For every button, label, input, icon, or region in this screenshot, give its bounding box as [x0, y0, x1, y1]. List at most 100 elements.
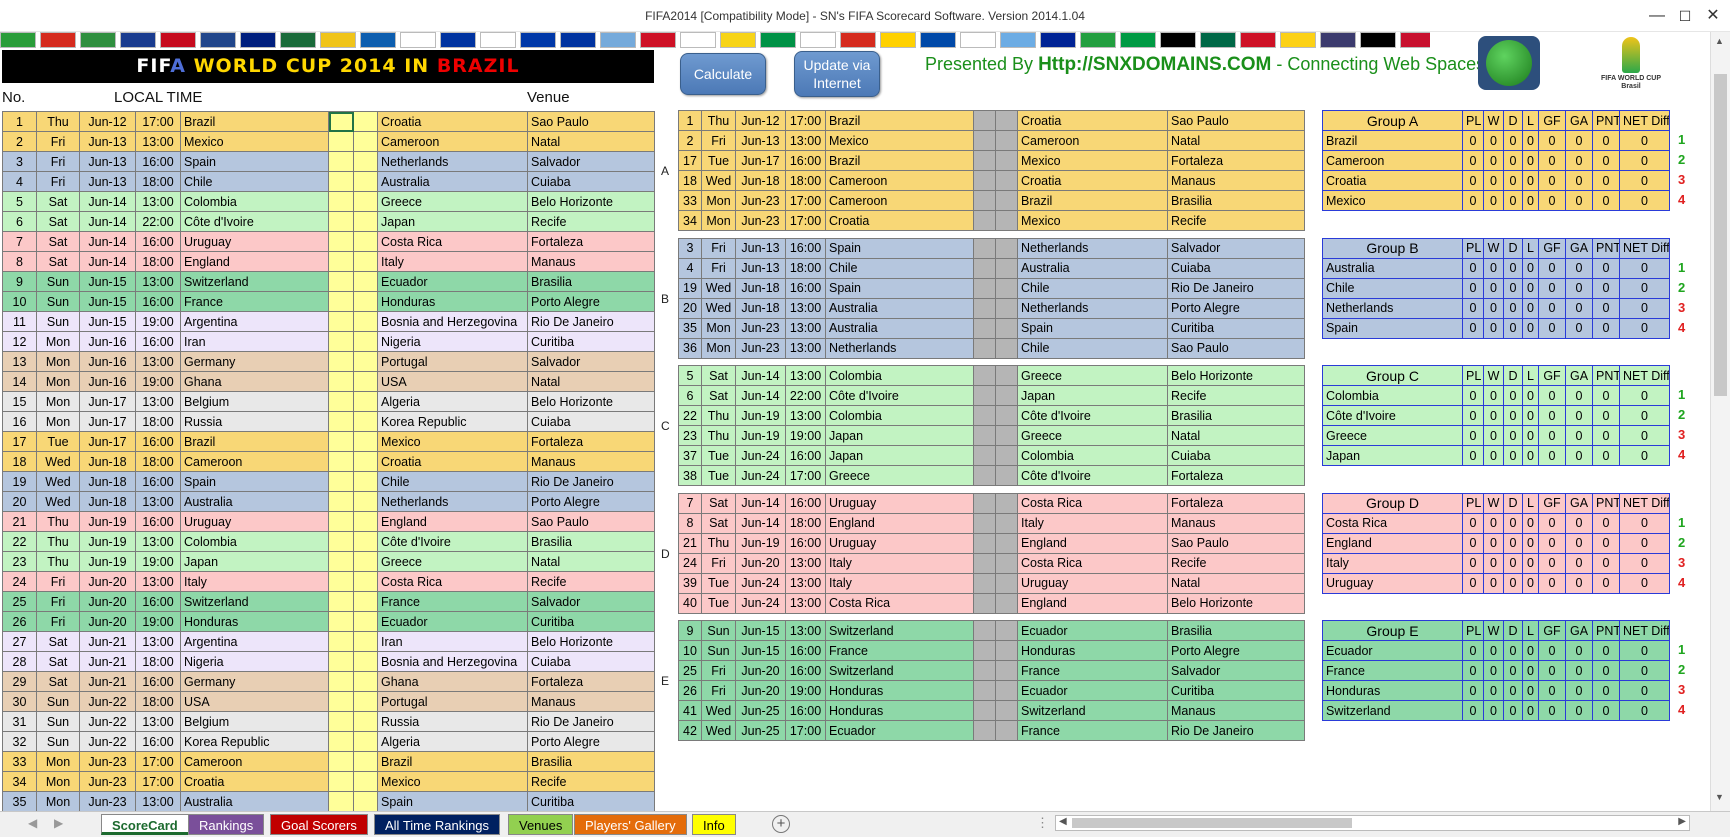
vertical-scrollbar[interactable]: ▲ ▼ — [1710, 32, 1730, 811]
sheet-tab-all-time-rankings[interactable]: All Time Rankings — [374, 814, 501, 835]
home-score-input[interactable] — [328, 791, 354, 812]
away-score-box[interactable] — [995, 337, 1018, 359]
away-score-box[interactable] — [995, 150, 1018, 171]
away-score-box[interactable] — [995, 405, 1018, 426]
away-score-box[interactable] — [995, 512, 1018, 534]
home-score-input[interactable] — [328, 391, 354, 412]
sheet-tab-players-gallery[interactable]: Players' Gallery — [574, 814, 687, 835]
away-score-input[interactable] — [353, 411, 378, 432]
home-score-input[interactable] — [328, 331, 354, 352]
home-score-input[interactable] — [328, 471, 354, 492]
away-score-box[interactable] — [995, 532, 1018, 554]
next-sheet-icon[interactable]: ▶ — [54, 816, 63, 830]
home-score-input[interactable] — [328, 271, 354, 292]
away-score-input[interactable] — [353, 491, 378, 512]
away-score-input[interactable] — [353, 131, 378, 152]
update-button[interactable]: Update via Internet — [794, 51, 880, 97]
away-score-input[interactable] — [353, 151, 378, 172]
away-score-input[interactable] — [353, 111, 378, 132]
vertical-scroll-thumb[interactable] — [1714, 74, 1727, 396]
away-score-box[interactable] — [995, 365, 1018, 386]
home-score-box[interactable] — [973, 572, 996, 594]
away-score-box[interactable] — [995, 257, 1018, 279]
home-score-box[interactable] — [973, 720, 996, 741]
home-score-box[interactable] — [973, 150, 996, 171]
away-score-input[interactable] — [353, 671, 378, 692]
away-score-box[interactable] — [995, 680, 1018, 701]
away-score-input[interactable] — [353, 291, 378, 312]
away-score-box[interactable] — [995, 170, 1018, 191]
home-score-input[interactable] — [328, 211, 354, 232]
away-score-box[interactable] — [995, 552, 1018, 574]
home-score-box[interactable] — [973, 552, 996, 574]
home-score-box[interactable] — [973, 620, 996, 641]
home-score-input[interactable] — [328, 571, 354, 592]
away-score-box[interactable] — [995, 640, 1018, 661]
home-score-box[interactable] — [973, 237, 996, 259]
home-score-box[interactable] — [973, 297, 996, 319]
away-score-input[interactable] — [353, 191, 378, 212]
away-score-input[interactable] — [353, 231, 378, 252]
away-score-input[interactable] — [353, 651, 378, 672]
away-score-input[interactable] — [353, 611, 378, 632]
home-score-input[interactable] — [328, 411, 354, 432]
away-score-input[interactable] — [353, 431, 378, 452]
scroll-left-icon[interactable]: ◀ — [1059, 816, 1067, 827]
away-score-box[interactable] — [995, 277, 1018, 299]
home-score-input[interactable] — [328, 131, 354, 152]
sheet-tab-goal-scorers[interactable]: Goal Scorers — [270, 814, 368, 835]
away-score-input[interactable] — [353, 511, 378, 532]
home-score-box[interactable] — [973, 257, 996, 279]
close-icon[interactable]: ✕ — [1696, 4, 1730, 28]
home-score-box[interactable] — [973, 317, 996, 339]
home-score-input[interactable] — [328, 291, 354, 312]
home-score-box[interactable] — [973, 425, 996, 446]
home-score-box[interactable] — [973, 365, 996, 386]
home-score-box[interactable] — [973, 337, 996, 359]
home-score-input[interactable] — [328, 691, 354, 712]
away-score-input[interactable] — [353, 751, 378, 772]
home-score-input[interactable] — [328, 531, 354, 552]
home-score-box[interactable] — [973, 110, 996, 131]
away-score-input[interactable] — [353, 791, 378, 812]
away-score-input[interactable] — [353, 271, 378, 292]
home-score-input[interactable] — [328, 711, 354, 732]
away-score-input[interactable] — [353, 771, 378, 792]
home-score-input[interactable] — [328, 751, 354, 772]
sheet-tab-rankings[interactable]: Rankings — [188, 814, 265, 835]
home-score-box[interactable] — [973, 210, 996, 231]
prev-sheet-icon[interactable]: ◀ — [28, 816, 37, 830]
away-score-input[interactable] — [353, 571, 378, 592]
home-score-input[interactable] — [328, 731, 354, 752]
away-score-box[interactable] — [995, 237, 1018, 259]
home-score-input[interactable] — [328, 191, 354, 212]
away-score-box[interactable] — [995, 210, 1018, 231]
home-score-input[interactable] — [328, 671, 354, 692]
sheet-tab-info[interactable]: Info — [692, 814, 736, 835]
away-score-input[interactable] — [353, 251, 378, 272]
away-score-input[interactable] — [353, 451, 378, 472]
away-score-input[interactable] — [353, 711, 378, 732]
splitter-dots-icon[interactable]: ⋮ — [1036, 815, 1049, 831]
away-score-input[interactable] — [353, 531, 378, 552]
calculate-button[interactable]: Calculate — [680, 53, 766, 95]
away-score-box[interactable] — [995, 660, 1018, 681]
away-score-box[interactable] — [995, 425, 1018, 446]
home-score-box[interactable] — [973, 512, 996, 534]
home-score-box[interactable] — [973, 130, 996, 151]
away-score-box[interactable] — [995, 110, 1018, 131]
home-score-input[interactable] — [328, 451, 354, 472]
home-score-box[interactable] — [973, 660, 996, 681]
away-score-box[interactable] — [995, 572, 1018, 594]
home-score-input[interactable] — [328, 351, 354, 372]
away-score-input[interactable] — [353, 631, 378, 652]
home-score-box[interactable] — [973, 492, 996, 514]
away-score-input[interactable] — [353, 211, 378, 232]
home-score-input[interactable] — [328, 371, 354, 392]
away-score-input[interactable] — [353, 311, 378, 332]
home-score-input[interactable] — [328, 511, 354, 532]
sheet-tab-scorecard[interactable]: ScoreCard — [101, 814, 189, 835]
scroll-up-icon[interactable]: ▲ — [1715, 36, 1724, 46]
sheet-tab-venues[interactable]: Venues — [508, 814, 574, 835]
away-score-input[interactable] — [353, 731, 378, 752]
